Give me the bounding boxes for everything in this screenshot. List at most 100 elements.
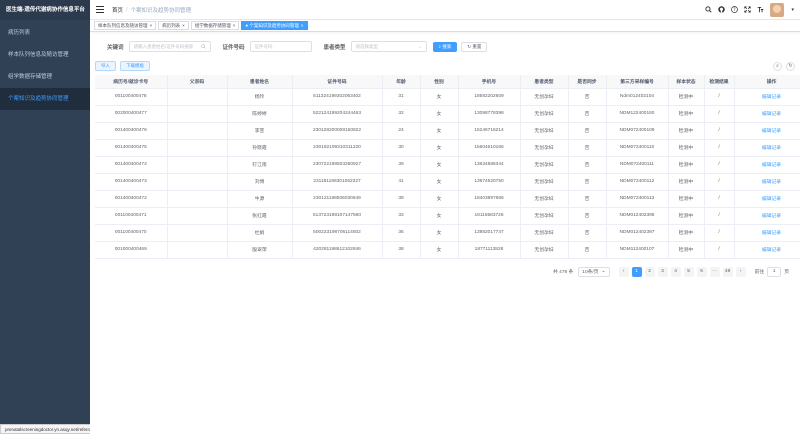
edit-record-link[interactable]: 编辑记录: [734, 139, 800, 157]
table-cell: 001100400470: [95, 224, 168, 242]
page-ellipsis[interactable]: ···: [709, 266, 720, 277]
active-dot-icon: ●: [245, 23, 249, 28]
table-cell: [167, 156, 228, 174]
import-button[interactable]: 导入: [95, 61, 116, 71]
tag-label: 病历列表: [162, 23, 181, 28]
idno-input[interactable]: 证件号码: [249, 41, 312, 52]
table-cell: 31: [382, 88, 421, 106]
caret-down-icon[interactable]: ▾: [791, 7, 794, 13]
close-icon[interactable]: ×: [150, 23, 153, 28]
edit-record-link[interactable]: 编辑记录: [734, 156, 800, 174]
table-row: 001100400470 杜娟 500223198706114502 36 女 13882…: [95, 224, 800, 242]
avatar[interactable]: [770, 2, 785, 17]
table-cell: [167, 88, 228, 106]
breadcrumb-separator: /: [126, 6, 128, 13]
tag-case-knowledge[interactable]: ● 个案知识及趋势协同管理 ×: [241, 21, 308, 30]
hamburger-icon[interactable]: [96, 6, 104, 13]
edit-record-link[interactable]: 编辑记录: [734, 241, 800, 259]
edit-record-link[interactable]: 编辑记录: [734, 190, 800, 208]
sidebar-item-omics-storage[interactable]: 组学数据存储管理: [0, 66, 90, 88]
table-cell: 无创孕妇: [520, 190, 569, 208]
table-cell: 女: [420, 139, 459, 157]
search-icon[interactable]: [705, 6, 713, 13]
table-cell: NDM122400160: [606, 105, 669, 123]
tag-records[interactable]: 病历列表 ×: [158, 21, 189, 30]
table-cell: 否: [568, 224, 607, 242]
reset-button-label: 重置: [472, 43, 482, 49]
next-page-button[interactable]: ›: [735, 266, 746, 277]
sidebar-item-records[interactable]: 病历列表: [0, 22, 90, 44]
table-cell: [167, 224, 228, 242]
reset-button[interactable]: ↻ 重置: [461, 41, 488, 52]
edit-record-link[interactable]: 编辑记录: [734, 122, 800, 140]
table-cell: 女: [420, 122, 459, 140]
table-cell: 18403897666: [458, 190, 521, 208]
tag-omics-storage[interactable]: 组学数据存储管理 ×: [190, 21, 240, 30]
idno-placeholder: 证件号码: [254, 43, 273, 49]
page-48[interactable]: 48: [722, 266, 733, 277]
question-icon[interactable]: ?: [731, 6, 739, 13]
edit-record-link[interactable]: 编辑记录: [734, 224, 800, 242]
column-header: 性别: [420, 75, 459, 89]
close-icon[interactable]: ×: [182, 23, 185, 28]
page-2[interactable]: 2: [644, 266, 655, 277]
close-icon[interactable]: ×: [301, 23, 304, 28]
table-cell: 检测中: [668, 190, 705, 208]
edit-record-link[interactable]: 编辑记录: [734, 207, 800, 225]
keyword-input[interactable]: 请输入患者姓名/证件号码搜索: [128, 41, 211, 52]
table-cell: 001000400469: [95, 241, 168, 259]
table-cell: [167, 122, 228, 140]
table-cell: NDM072400110: [606, 139, 669, 157]
fullscreen-icon[interactable]: [744, 6, 752, 13]
table-cell: 无创孕妇: [520, 241, 569, 259]
edit-record-link[interactable]: 编辑记录: [734, 88, 800, 106]
column-header: 年龄: [382, 75, 421, 89]
table-cell: /: [704, 156, 735, 174]
table-cell: 否: [568, 207, 607, 225]
table-cell: 230182199310311220: [292, 139, 383, 157]
table-cell: 18771113828: [458, 241, 521, 259]
column-header: 操作: [734, 75, 800, 89]
page-3[interactable]: 3: [657, 266, 668, 277]
goto-page-input[interactable]: 1: [767, 266, 782, 277]
sidebar-item-case-knowledge[interactable]: 个案知识及趋势协同管理: [0, 88, 90, 110]
patient-type-select[interactable]: 请选择类型 ⌄: [350, 41, 427, 52]
edit-record-link[interactable]: 编辑记录: [734, 173, 800, 191]
page-6[interactable]: 6: [696, 266, 707, 277]
search-toggle-icon[interactable]: ⌕: [773, 61, 782, 71]
edit-record-link[interactable]: 编辑记录: [734, 105, 800, 123]
search-button[interactable]: ⌕ 搜索: [432, 41, 458, 52]
table-cell: 否: [568, 122, 607, 140]
page-4[interactable]: 4: [670, 266, 681, 277]
table-cell: 24: [382, 122, 421, 140]
breadcrumb-home[interactable]: 首页: [112, 6, 123, 14]
app-title: 医生端-遗传代谢病协作信息平台: [0, 0, 90, 20]
table-cell: 孙晓霞: [227, 139, 293, 157]
refresh-icon[interactable]: ↻: [786, 61, 795, 71]
sidebar: 医生端-遗传代谢病协作信息平台 病历列表 样本队列信息及随访管理 组学数据存储管…: [0, 0, 90, 434]
page-size-select[interactable]: 10条/页 ⌄: [578, 266, 610, 277]
pagination: 共 479 条 10条/页 ⌄ ‹ 1 2 3 4 5 6 ··· 48 › 前…: [95, 266, 789, 277]
github-icon[interactable]: [718, 6, 726, 13]
table-cell: 检测中: [668, 224, 705, 242]
prev-page-button[interactable]: ‹: [618, 266, 629, 277]
table-row: 001400400476 李芸 230128200008150822 24 女 15246…: [95, 122, 800, 140]
sidebar-item-sample-queue[interactable]: 样本队列信息及随访管理: [0, 44, 90, 66]
table-cell: NDM012402397: [606, 224, 669, 242]
page-5[interactable]: 5: [683, 266, 694, 277]
table-cell: /: [704, 139, 735, 157]
download-template-button[interactable]: 下载模板: [120, 61, 150, 71]
tag-sample-queue[interactable]: 样本队列信息及随访管理 ×: [94, 21, 157, 30]
chevron-down-icon: ⌄: [601, 269, 606, 274]
table-cell: [167, 207, 228, 225]
keyword-label: 关键词: [107, 44, 124, 51]
table-cell: 无创孕妇: [520, 122, 569, 140]
table-cell: 15246716214: [458, 122, 521, 140]
table-cell: 无创孕妇: [520, 173, 569, 191]
close-icon[interactable]: ×: [233, 23, 236, 28]
navbar-icons: ? ▾: [705, 2, 794, 17]
page-1[interactable]: 1: [631, 266, 642, 277]
table-row: 001400400474 钉江南 230722198503260927 39 女 1363…: [95, 156, 800, 174]
font-size-icon[interactable]: [757, 6, 764, 13]
table-cell: 30: [382, 139, 421, 157]
